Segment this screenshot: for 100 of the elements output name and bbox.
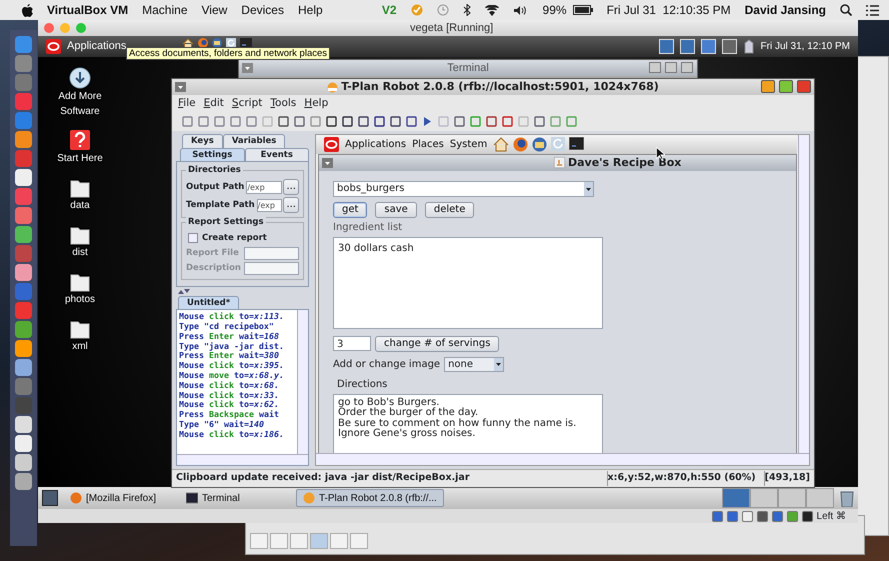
- minimize-button[interactable]: [649, 62, 661, 73]
- app-icon[interactable]: [15, 473, 32, 490]
- desktop-icon-label[interactable]: Start Here: [57, 151, 103, 166]
- view-mode-button[interactable]: [330, 533, 348, 549]
- clock-text: Fri Jul 31 12:10:35 PM: [606, 2, 731, 19]
- menu-icon: [322, 158, 333, 168]
- image-dropdown[interactable]: none: [444, 356, 504, 372]
- menu-icon: [242, 63, 253, 73]
- path-field[interactable]: /exp: [246, 180, 282, 194]
- view-mode-button[interactable]: [250, 533, 268, 549]
- taskbar-item[interactable]: Terminal: [180, 489, 290, 507]
- app-icon[interactable]: [15, 359, 32, 376]
- view-mode-button[interactable]: [310, 533, 328, 549]
- menu-item[interactable]: Help: [304, 96, 328, 112]
- app-icon[interactable]: [15, 416, 32, 433]
- script-line: Mouse click to=x:186.: [179, 430, 285, 440]
- view-mode-button[interactable]: [270, 533, 288, 549]
- cursor-position: [493,18]: [764, 471, 810, 486]
- menu-item[interactable]: View: [202, 1, 228, 19]
- view-mode-button[interactable]: [350, 533, 368, 549]
- change-servings-button[interactable]: change # of servings: [375, 336, 500, 352]
- view-mode-button[interactable]: [290, 533, 308, 549]
- volume-icon: [512, 4, 529, 16]
- app-icon[interactable]: [15, 264, 32, 281]
- desktop-icon-label[interactable]: Add More Software: [40, 89, 120, 119]
- user-name[interactable]: David Jansing: [744, 1, 826, 19]
- menu-item[interactable]: Help: [298, 1, 323, 19]
- zoom-button[interactable]: [76, 23, 86, 33]
- workspace-button[interactable]: [778, 488, 806, 508]
- browse-button[interactable]: ...: [283, 197, 299, 213]
- panel-menu[interactable]: Applications: [67, 38, 126, 55]
- app-icon[interactable]: [15, 454, 32, 471]
- script-line: Press Backspace wait: [179, 410, 280, 420]
- workspace-button[interactable]: [806, 488, 834, 508]
- ingredients-textarea[interactable]: 30 dollars cash: [333, 236, 603, 329]
- tab[interactable]: Keys: [182, 134, 223, 148]
- checkbox-label: Create report: [202, 232, 267, 244]
- app-icon[interactable]: [15, 226, 32, 243]
- window-title: T-Plan Robot 2.0.8 (rfb://localhost:5901, 1024x768): [341, 78, 659, 95]
- workspace-button[interactable]: [750, 488, 778, 508]
- play-icon[interactable]: [422, 116, 433, 128]
- close-button[interactable]: [44, 23, 54, 33]
- close-button[interactable]: [797, 80, 811, 93]
- tab[interactable]: Events: [244, 148, 309, 162]
- mail-icon: [532, 136, 548, 152]
- delete-button[interactable]: delete: [424, 202, 474, 218]
- checkmark-icon: [410, 4, 423, 16]
- maximize-button[interactable]: [665, 62, 677, 73]
- app-icon[interactable]: [15, 435, 32, 452]
- desktop-icon-label[interactable]: data: [70, 198, 90, 213]
- taskbar-item[interactable]: [Mozilla Firefox]: [64, 489, 174, 507]
- app-icon[interactable]: [15, 131, 32, 148]
- app-icon[interactable]: [15, 340, 32, 357]
- panel-menu[interactable]: Applications: [345, 136, 406, 152]
- menu-item[interactable]: File: [178, 96, 196, 112]
- vertical-scrollbar[interactable]: [798, 134, 809, 453]
- panel-clock[interactable]: Fri Jul 31, 12:10 PM: [760, 39, 850, 54]
- browse-button[interactable]: ...: [283, 179, 299, 195]
- menu-item[interactable]: Tools: [270, 96, 296, 112]
- panel-menu[interactable]: System: [450, 136, 488, 152]
- menu-item[interactable]: Edit: [204, 96, 224, 112]
- desktop-icon-label[interactable]: dist: [72, 245, 88, 260]
- script-line: Mouse click to=x:395.: [179, 361, 285, 372]
- vertical-scrollbar[interactable]: [297, 310, 308, 454]
- maximize-button[interactable]: [779, 80, 793, 93]
- menu-item[interactable]: Devices: [241, 1, 284, 19]
- desktop-icon-label[interactable]: xml: [72, 339, 88, 354]
- tab[interactable]: Settings: [180, 148, 244, 162]
- menu-item[interactable]: Script: [232, 96, 262, 112]
- app-icon[interactable]: [15, 169, 32, 186]
- script-line: Type "6" wait=140: [179, 420, 265, 430]
- servings-field[interactable]: 3: [333, 336, 371, 352]
- field-label: Report File: [186, 246, 240, 260]
- script-line: Press Enter wait=168: [179, 332, 280, 342]
- download-icon: [69, 67, 91, 89]
- editor-tab[interactable]: Untitled*: [178, 296, 240, 310]
- firefox-icon: [70, 492, 82, 504]
- desktop-icon-label[interactable]: photos: [64, 292, 96, 307]
- terminal-icon: [240, 38, 252, 48]
- close-button[interactable]: [681, 62, 693, 73]
- horizontal-scrollbar[interactable]: [316, 453, 809, 465]
- directions-textarea[interactable]: go to Bob's Burgers. Order the burger of the day. Be sure to comment on how funny the name is. Ignore Gene's gross noises.: [333, 394, 603, 454]
- menu-item[interactable]: Machine: [142, 1, 188, 19]
- horizontal-scrollbar[interactable]: [177, 454, 308, 465]
- save-button[interactable]: save: [375, 202, 417, 218]
- text-field[interactable]: [244, 246, 299, 260]
- minimize-button[interactable]: [761, 80, 775, 93]
- text-field[interactable]: [244, 262, 299, 274]
- get-button[interactable]: get: [333, 202, 368, 218]
- checkbox[interactable]: [188, 233, 198, 244]
- menu-item[interactable]: VirtualBox VM: [47, 1, 128, 19]
- text-line: Ignore Gene's gross noises.: [338, 429, 476, 440]
- workspace-button[interactable]: [722, 488, 750, 508]
- field-label: Ingredient list: [333, 220, 404, 235]
- tab[interactable]: Variables: [222, 134, 286, 148]
- recipe-dropdown[interactable]: bobs_burgers: [333, 180, 594, 197]
- taskbar-item[interactable]: T-Plan Robot 2.0.8 (rfb://...: [296, 489, 444, 507]
- refresh-icon: [551, 136, 566, 151]
- text-line: Order the burger of the day.: [338, 408, 478, 418]
- panel-menu[interactable]: Places: [412, 136, 444, 152]
